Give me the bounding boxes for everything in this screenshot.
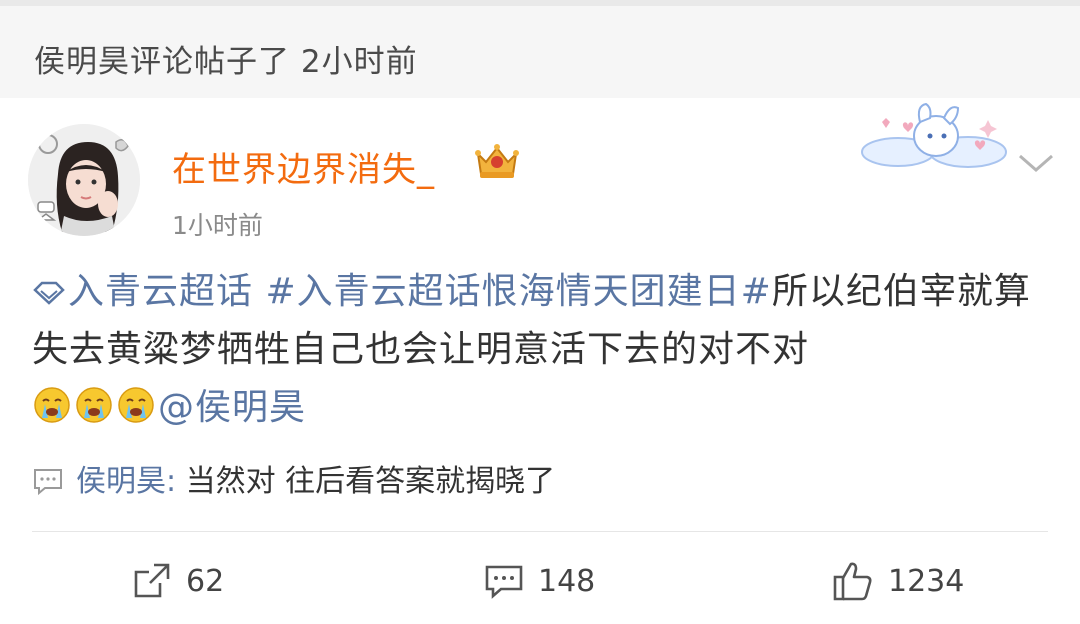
comment-button[interactable]: 148 (484, 556, 595, 606)
divider (32, 531, 1048, 532)
emoji-group (32, 387, 158, 428)
hashtag-link[interactable]: #入青云超话恨海情天团建日# (265, 271, 771, 312)
username[interactable]: 在世界边界消失_ (172, 142, 435, 191)
reply-text: 当然对 往后看答案就揭晓了 (176, 464, 556, 499)
notification-text: 侯明昊评论帖子了 2小时前 (34, 44, 418, 80)
thumbs-up-icon (833, 562, 872, 601)
comment-count: 148 (538, 563, 596, 599)
repost-button[interactable]: 62 (132, 556, 224, 606)
cloud-bunny-sticker (858, 102, 1010, 172)
crying-emoji-icon (34, 387, 70, 423)
crown-badge-icon (472, 142, 522, 180)
diamond-icon (33, 281, 65, 305)
notification-header: 侯明昊评论帖子了 2小时前 (0, 0, 1080, 98)
comment-icon (485, 565, 523, 599)
comment-bubble-icon (34, 469, 62, 496)
avatar[interactable] (28, 124, 140, 236)
crying-emoji-icon (118, 387, 154, 423)
repost-icon (134, 563, 170, 598)
mention-link[interactable]: @侯明昊 (158, 387, 306, 428)
reply-author[interactable]: 侯明昊: (76, 464, 176, 499)
like-button[interactable]: 1234 (832, 556, 964, 606)
supertopic-link[interactable]: 入青云超话 (32, 271, 253, 312)
featured-reply[interactable]: 侯明昊: 当然对 往后看答案就揭晓了 (32, 462, 555, 502)
post-content: 入青云超话 #入青云超话恨海情天团建日#所以纪伯宰就算失去黄粱梦牺牲自己也会让明… (32, 263, 1050, 437)
chevron-down-icon[interactable] (1014, 148, 1058, 178)
like-count: 1234 (888, 563, 965, 599)
crying-emoji-icon (76, 387, 112, 423)
repost-count: 62 (186, 563, 225, 599)
post-time: 1小时前 (172, 211, 263, 240)
supertopic-label: 入青云超话 (68, 271, 254, 312)
